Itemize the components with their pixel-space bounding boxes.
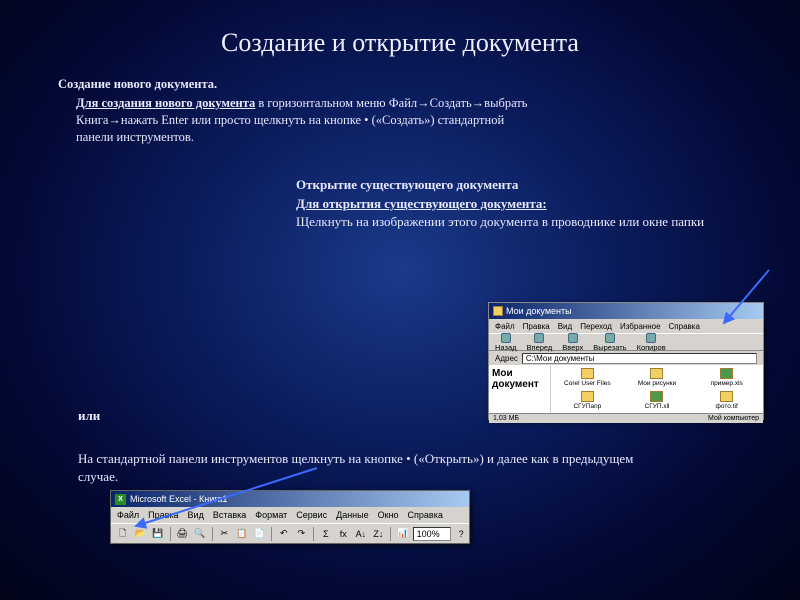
explorer-left-panel: Мои документ (489, 365, 551, 413)
explorer-statusbar: 1,03 МБ Мой компьютер (489, 413, 763, 423)
file-item[interactable]: Мои рисунки (623, 367, 692, 389)
explorer-icons: Corel User Files Мои рисунки пример.xls … (551, 365, 763, 413)
folder-icon (493, 306, 503, 316)
excel-titlebar: X Microsoft Excel - Книга1 (111, 491, 469, 507)
menu-edit[interactable]: Правка (148, 510, 178, 520)
menu-item[interactable]: Вид (558, 322, 572, 331)
nav-up[interactable]: Вверх (562, 333, 583, 352)
section-toolbar-open: На стандартной панели инструментов щелкн… (78, 450, 658, 485)
menu-file[interactable]: Файл (117, 510, 139, 520)
file-item[interactable]: Corel User Files (553, 367, 622, 389)
menu-format[interactable]: Формат (255, 510, 287, 520)
excel-icon: X (115, 494, 126, 505)
explorer-content: Мои документ Corel User Files Мои рисунк… (489, 365, 763, 413)
status-size: 1,03 МБ (493, 415, 519, 422)
menu-insert[interactable]: Вставка (213, 510, 246, 520)
undo-button[interactable]: ↶ (276, 526, 292, 542)
help-button[interactable]: ? (453, 526, 469, 542)
addr-label: Адрес (495, 354, 518, 363)
file-item[interactable]: СГУП.xll (623, 390, 692, 412)
zoom-field[interactable]: 100% (413, 527, 452, 541)
redo-button[interactable]: ↷ (294, 526, 310, 542)
copy-button[interactable]: 📋 (234, 526, 250, 542)
paste-button[interactable]: 📄 (252, 526, 268, 542)
file-item[interactable]: фото.tif (692, 390, 761, 412)
fx-button[interactable]: fx (336, 526, 352, 542)
create-body: Для создания нового документа в горизонт… (58, 95, 538, 146)
menu-help[interactable]: Справка (408, 510, 443, 520)
explorer-title: Мои документы (506, 306, 572, 316)
or-label: или (78, 408, 100, 424)
menu-view[interactable]: Вид (188, 510, 204, 520)
excel-menubar: Файл Правка Вид Вставка Формат Сервис Да… (111, 507, 469, 523)
explorer-window: Мои документы Файл Правка Вид Переход Из… (488, 302, 764, 420)
sort-asc-button[interactable]: A↓ (353, 526, 369, 542)
excel-toolbar: 🗋 📂 💾 🖨 🔍 ✂ 📋 📄 ↶ ↷ Σ fx A↓ Z↓ 📊 100% ? (111, 523, 469, 543)
nav-copy[interactable]: Копиров (637, 333, 666, 352)
create-heading: Создание нового документа. (58, 76, 538, 93)
explorer-addressbar: Адрес С:\Мои документы (489, 351, 763, 365)
open-button[interactable]: 📂 (133, 526, 149, 542)
menu-item[interactable]: Файл (495, 322, 515, 331)
menu-item[interactable]: Справка (669, 322, 700, 331)
chart-button[interactable]: 📊 (395, 526, 411, 542)
section-create: Создание нового документа. Для создания … (58, 76, 538, 146)
sum-button[interactable]: Σ (318, 526, 334, 542)
sort-desc-button[interactable]: Z↓ (371, 526, 387, 542)
open-heading: Открытие существующего документа (296, 176, 766, 194)
open-underline: Для открытия существующего документа: (296, 195, 766, 213)
slide-title: Создание и открытие документа (0, 0, 800, 76)
addr-field[interactable]: С:\Мои документы (522, 353, 757, 364)
menu-item[interactable]: Избранное (620, 322, 661, 331)
menu-item[interactable]: Переход (580, 322, 612, 331)
excel-window: X Microsoft Excel - Книга1 Файл Правка В… (110, 490, 470, 544)
excel-title: Microsoft Excel - Книга1 (130, 494, 227, 504)
menu-window[interactable]: Окно (378, 510, 399, 520)
preview-button[interactable]: 🔍 (192, 526, 208, 542)
explorer-navbar: Назад Вперед Вверх Вырезать Копиров (489, 333, 763, 351)
menu-tools[interactable]: Сервис (296, 510, 327, 520)
section-open: Открытие существующего документа Для отк… (296, 176, 766, 231)
status-location: Мой компьютер (708, 415, 759, 422)
save-button[interactable]: 💾 (150, 526, 166, 542)
menu-data[interactable]: Данные (336, 510, 369, 520)
nav-back[interactable]: Назад (495, 333, 517, 352)
explorer-titlebar: Мои документы (489, 303, 763, 319)
nav-forward[interactable]: Вперед (527, 333, 553, 352)
open-text: Щелкнуть на изображении этого документа … (296, 213, 766, 231)
print-button[interactable]: 🖨 (175, 526, 191, 542)
file-item-excel[interactable]: пример.xls (692, 367, 761, 389)
nav-cut[interactable]: Вырезать (593, 333, 626, 352)
create-underline: Для создания нового документа (76, 96, 255, 110)
cut-button[interactable]: ✂ (217, 526, 233, 542)
new-button[interactable]: 🗋 (115, 526, 131, 542)
menu-item[interactable]: Правка (523, 322, 550, 331)
explorer-menubar: Файл Правка Вид Переход Избранное Справк… (489, 319, 763, 333)
file-item[interactable]: СГУПапр (553, 390, 622, 412)
